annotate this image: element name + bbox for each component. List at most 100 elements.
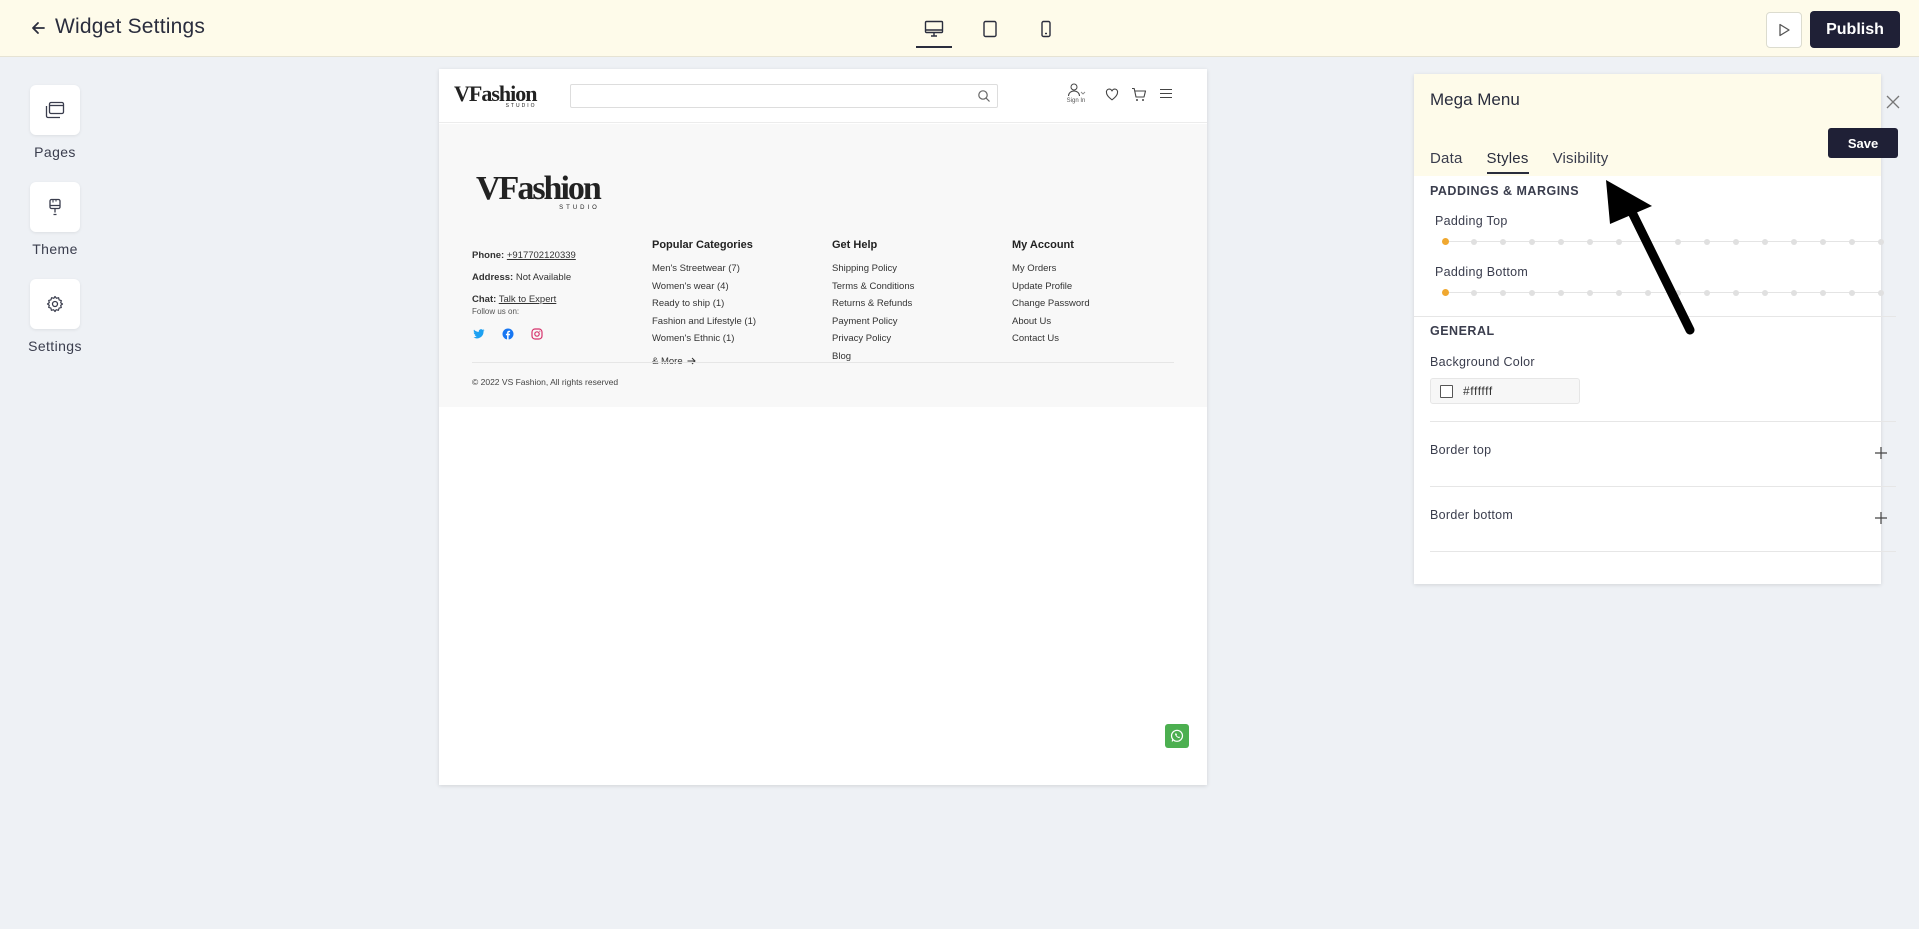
tab-data[interactable]: Data	[1430, 150, 1463, 174]
slider-stop[interactable]	[1674, 239, 1681, 245]
panel-title: Mega Menu	[1430, 90, 1520, 109]
desktop-icon	[924, 20, 944, 37]
site-logo[interactable]: VFashion STUDIO	[454, 81, 537, 109]
slider-stop[interactable]	[1471, 239, 1478, 245]
footer-link[interactable]: Update Profile	[1012, 278, 1090, 296]
contact-chat: Chat: Talk to Expert	[472, 294, 556, 305]
slider-stop[interactable]	[1558, 239, 1565, 245]
slider-stop[interactable]	[1878, 290, 1884, 296]
slider-stop[interactable]	[1848, 290, 1855, 296]
slider-stop[interactable]	[1558, 290, 1565, 296]
slider-stop[interactable]	[1703, 239, 1710, 245]
rail-button-pages[interactable]	[30, 85, 80, 135]
whatsapp-button[interactable]	[1165, 724, 1189, 748]
slider-stop[interactable]	[1878, 239, 1884, 245]
slider-stop[interactable]	[1500, 239, 1507, 245]
sign-in-button[interactable]: Sign In	[1066, 83, 1086, 104]
instagram-link[interactable]	[530, 327, 544, 341]
site-search-input[interactable]	[570, 84, 998, 108]
slider-stop[interactable]	[1442, 289, 1449, 296]
phone-link[interactable]: +917702120339	[507, 250, 576, 261]
footer-col-help: Get Help Shipping Policy Terms & Conditi…	[832, 239, 914, 365]
slider-stop[interactable]	[1529, 290, 1536, 296]
slider-track	[1442, 241, 1882, 242]
slider-stop[interactable]	[1645, 239, 1652, 245]
slider-stop[interactable]	[1616, 239, 1623, 245]
footer-link[interactable]: Men's Streetwear (7)	[652, 260, 756, 278]
slider-stop[interactable]	[1819, 290, 1826, 296]
rail-item-pages[interactable]: Pages	[0, 85, 110, 160]
rail-item-theme[interactable]: Theme	[0, 182, 110, 257]
footer-col-title: Popular Categories	[652, 239, 753, 251]
plus-icon	[1875, 512, 1887, 524]
tab-styles[interactable]: Styles	[1486, 150, 1529, 174]
page-title: Widget Settings	[55, 15, 206, 38]
rail-button-theme[interactable]	[30, 182, 80, 232]
rail-button-settings[interactable]	[30, 279, 80, 329]
cart-button[interactable]	[1131, 87, 1147, 102]
desktop-view-button[interactable]	[912, 12, 956, 48]
tablet-view-button[interactable]	[968, 12, 1012, 46]
rail-label-pages: Pages	[34, 144, 76, 160]
footer-link[interactable]: Women's wear (4)	[652, 278, 756, 296]
brush-icon	[49, 198, 61, 216]
footer-link[interactable]: Ready to ship (1)	[652, 295, 756, 313]
footer-link[interactable]: Terms & Conditions	[832, 278, 914, 296]
wishlist-button[interactable]	[1105, 88, 1119, 101]
footer-link[interactable]: Fashion and Lifestyle (1)	[652, 313, 756, 331]
more-categories-link[interactable]: & More	[652, 356, 756, 367]
slider-stop[interactable]	[1732, 290, 1739, 296]
padding-bottom-slider[interactable]	[1442, 287, 1884, 299]
slider-stop[interactable]	[1645, 290, 1652, 296]
close-panel-button[interactable]	[1885, 94, 1903, 112]
footer-link[interactable]: Change Password	[1012, 295, 1090, 313]
slider-stop[interactable]	[1587, 239, 1594, 245]
twitter-link[interactable]	[472, 327, 486, 341]
user-icon	[1068, 83, 1086, 97]
chat-link[interactable]: Talk to Expert	[499, 294, 557, 305]
color-swatch[interactable]	[1440, 384, 1453, 398]
address-label: Address:	[472, 272, 514, 283]
footer-link[interactable]: Payment Policy	[832, 313, 914, 331]
slider-stop[interactable]	[1790, 290, 1797, 296]
slider-stop[interactable]	[1587, 290, 1594, 296]
padding-top-slider[interactable]	[1442, 236, 1884, 248]
footer-link[interactable]: Contact Us	[1012, 330, 1090, 348]
footer-link[interactable]: Returns & Refunds	[832, 295, 914, 313]
slider-stop[interactable]	[1442, 238, 1449, 245]
preview-button[interactable]	[1766, 12, 1802, 48]
publish-button[interactable]: Publish	[1810, 11, 1900, 48]
search-icon[interactable]	[977, 89, 991, 103]
slider-stop[interactable]	[1761, 290, 1768, 296]
slider-stop[interactable]	[1761, 239, 1768, 245]
slider-stop[interactable]	[1529, 239, 1536, 245]
background-color-input[interactable]: #ffffff	[1430, 378, 1580, 404]
back-button[interactable]	[26, 16, 50, 40]
whatsapp-icon	[1170, 729, 1184, 742]
slider-stop[interactable]	[1819, 239, 1826, 245]
footer-link[interactable]: Shipping Policy	[832, 260, 914, 278]
slider-stop[interactable]	[1790, 239, 1797, 245]
rail-item-settings[interactable]: Settings	[0, 279, 110, 354]
mobile-view-button[interactable]	[1024, 12, 1068, 46]
tab-visibility[interactable]: Visibility	[1553, 150, 1609, 174]
slider-stop[interactable]	[1616, 290, 1623, 296]
save-button[interactable]: Save	[1828, 128, 1898, 158]
footer-link[interactable]: My Orders	[1012, 260, 1090, 278]
menu-button[interactable]	[1160, 88, 1172, 99]
footer-logo[interactable]: VFashion STUDIO	[476, 172, 602, 212]
footer-col-title: My Account	[1012, 239, 1074, 251]
slider-stop[interactable]	[1848, 239, 1855, 245]
facebook-link[interactable]	[501, 327, 515, 341]
slider-stop[interactable]	[1703, 290, 1710, 296]
border-top-add-button[interactable]	[1873, 445, 1889, 461]
slider-stop[interactable]	[1500, 290, 1507, 296]
copyright-text: © 2022 VS Fashion, All rights reserved	[472, 377, 619, 387]
footer-link[interactable]: About Us	[1012, 313, 1090, 331]
footer-link[interactable]: Women's Ethnic (1)	[652, 330, 756, 348]
slider-stop[interactable]	[1674, 290, 1681, 296]
slider-stop[interactable]	[1471, 290, 1478, 296]
border-bottom-add-button[interactable]	[1873, 510, 1889, 526]
slider-stop[interactable]	[1732, 239, 1739, 245]
footer-link[interactable]: Privacy Policy	[832, 330, 914, 348]
